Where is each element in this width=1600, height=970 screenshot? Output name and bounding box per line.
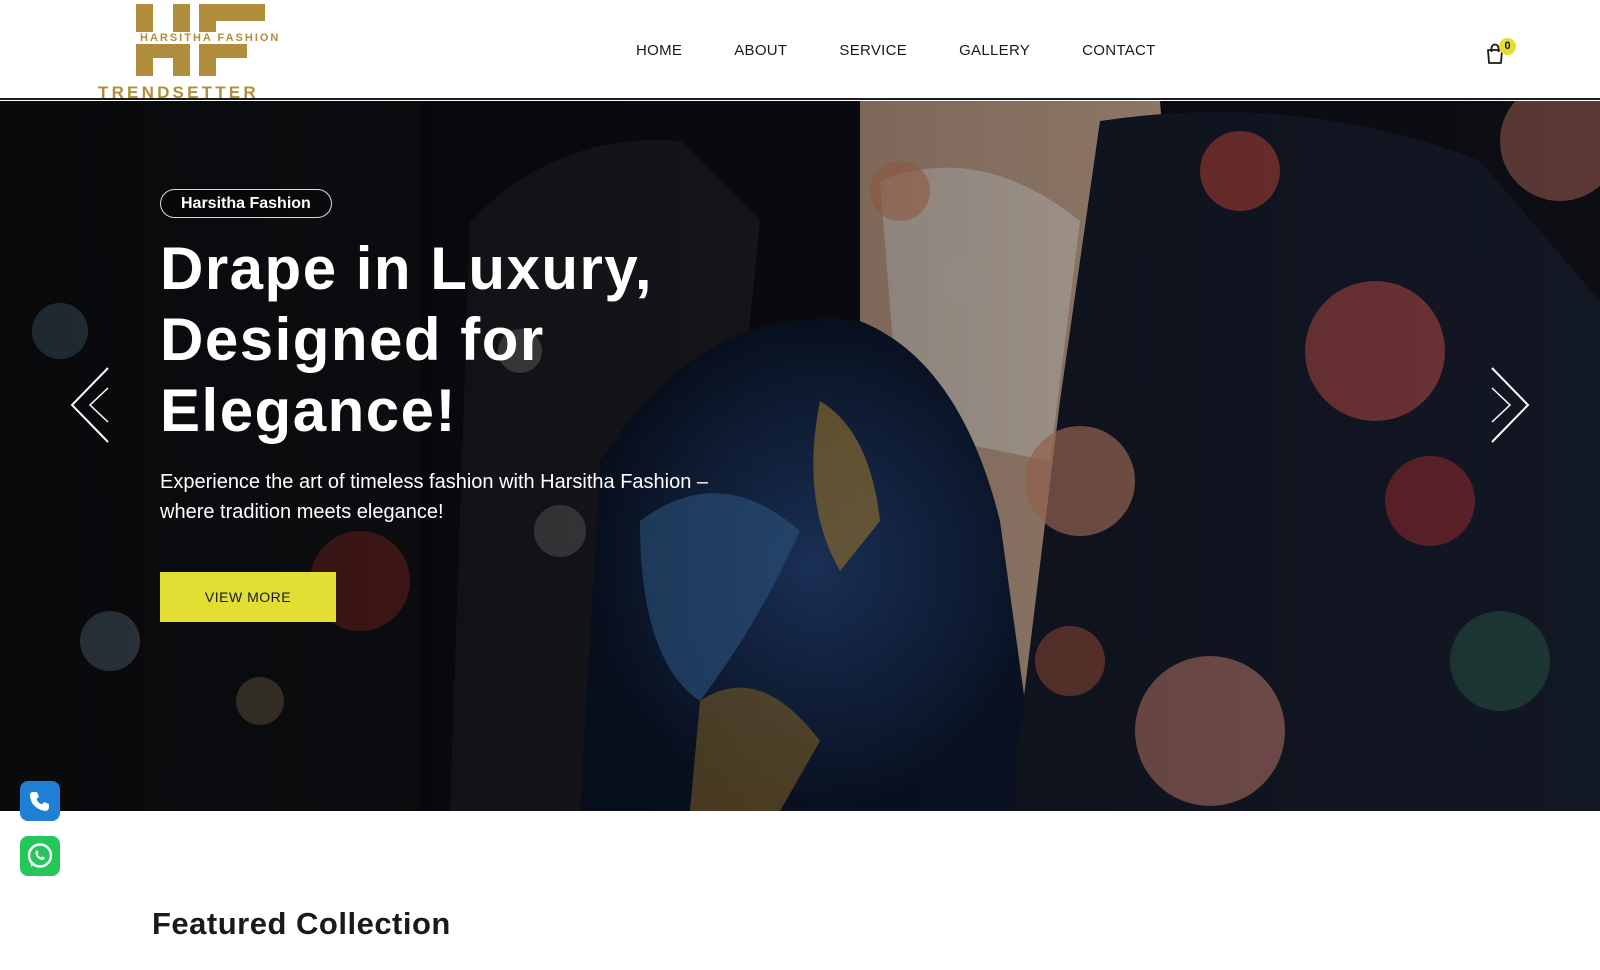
nav-gallery[interactable]: GALLERY: [959, 40, 1030, 62]
call-button[interactable]: [20, 781, 60, 821]
main-nav: HOME ABOUT SERVICE GALLERY CONTACT: [610, 40, 1182, 62]
slider-prev-button[interactable]: [68, 366, 112, 444]
logo-tagline: HARSITHA FASHION: [136, 32, 285, 44]
hero-headline: Drape in Luxury, Designed for Elegance!: [160, 233, 780, 446]
featured-collection-heading: Featured Collection: [152, 906, 451, 941]
chevron-right-icon: [1491, 367, 1530, 443]
nav-home[interactable]: HOME: [636, 40, 682, 62]
chevron-left-icon: [70, 367, 109, 443]
hero-slider: Harsitha Fashion Drape in Luxury, Design…: [0, 101, 1600, 811]
hero-subtext-line-1: Experience the art of timeless fashion w…: [160, 471, 709, 493]
brand-logo[interactable]: HARSITHA FASHION TRENDSETTER: [98, 4, 294, 102]
hero-eyebrow-badge: Harsitha Fashion: [160, 189, 332, 218]
view-more-button[interactable]: VIEW MORE: [160, 572, 336, 622]
nav-service[interactable]: SERVICE: [839, 40, 907, 62]
hero-subtext: Experience the art of timeless fashion w…: [160, 467, 820, 527]
nav-contact[interactable]: CONTACT: [1082, 40, 1155, 62]
whatsapp-button[interactable]: [20, 836, 60, 876]
cart-button[interactable]: 0: [1483, 38, 1519, 66]
monogram-logo-icon: [136, 4, 265, 76]
whatsapp-icon: [27, 843, 53, 868]
cart-count-badge: 0: [1499, 38, 1516, 55]
site-header: HARSITHA FASHION TRENDSETTER HOME ABOUT …: [0, 0, 1600, 102]
hero-headline-line-1: Drape in Luxury,: [160, 235, 653, 302]
logo-wordmark: TRENDSETTER: [98, 83, 259, 102]
phone-icon: [30, 792, 49, 811]
slider-next-button[interactable]: [1488, 366, 1532, 444]
hero-headline-line-2: Designed for: [160, 306, 545, 373]
hero-headline-line-3: Elegance!: [160, 377, 457, 444]
nav-about[interactable]: ABOUT: [734, 40, 787, 62]
hero-subtext-line-2: where tradition meets elegance!: [160, 501, 444, 523]
